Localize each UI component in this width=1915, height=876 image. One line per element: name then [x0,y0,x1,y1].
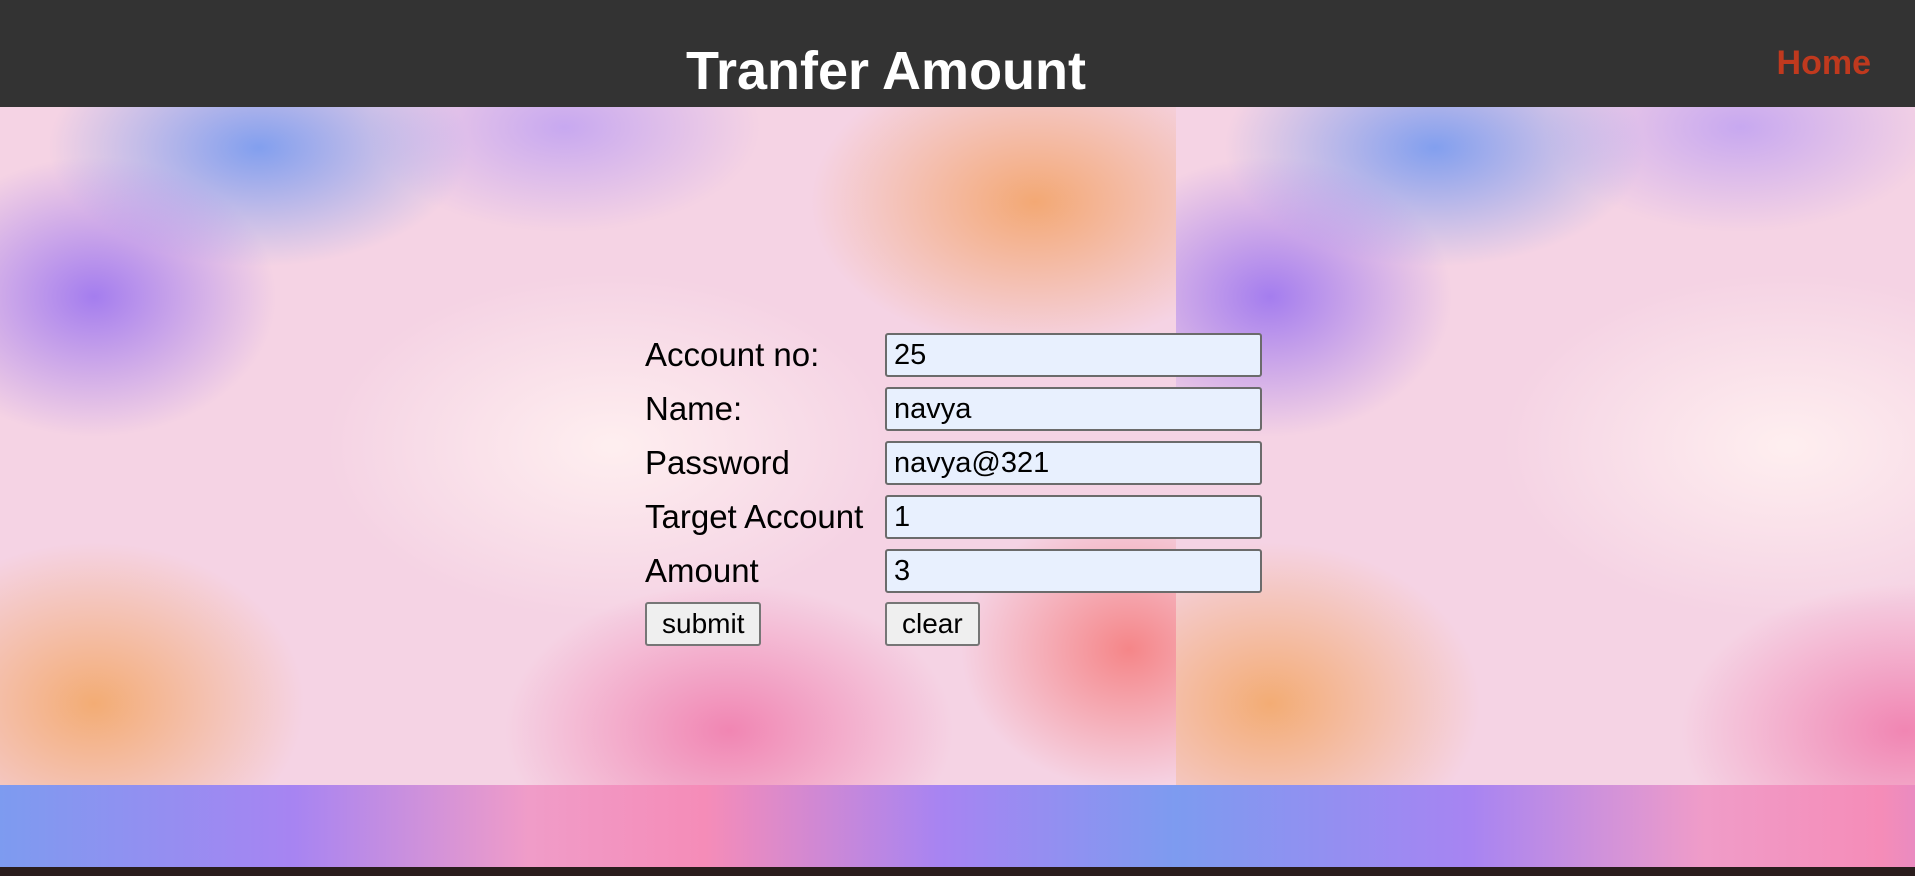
background-strip [1176,785,1915,867]
account-no-input[interactable] [885,333,1262,377]
password-row: Password [645,440,1265,486]
amount-input[interactable] [885,549,1262,593]
top-header: Tranfer Amount Home [0,0,1915,107]
submit-button[interactable]: submit [645,602,762,646]
target-account-row: Target Account [645,494,1265,540]
page-title: Tranfer Amount [685,41,1087,101]
bottom-bar [0,867,1915,876]
name-row: Name: [645,386,1265,432]
amount-label: Amount [645,552,759,589]
target-account-input[interactable] [885,495,1262,539]
background-strip [0,785,1176,867]
password-input[interactable] [885,441,1262,485]
account-no-label: Account no: [645,336,820,373]
name-input[interactable] [885,387,1262,431]
background-tile [1176,107,1915,785]
amount-row: Amount [645,548,1265,594]
account-no-row: Account no: [645,332,1265,378]
watercolor-background [0,107,1915,867]
clear-button[interactable]: clear [885,602,980,646]
name-label: Name: [645,390,743,427]
target-account-label: Target Account [645,498,864,535]
password-label: Password [645,444,790,481]
home-link[interactable]: Home [1777,44,1871,83]
